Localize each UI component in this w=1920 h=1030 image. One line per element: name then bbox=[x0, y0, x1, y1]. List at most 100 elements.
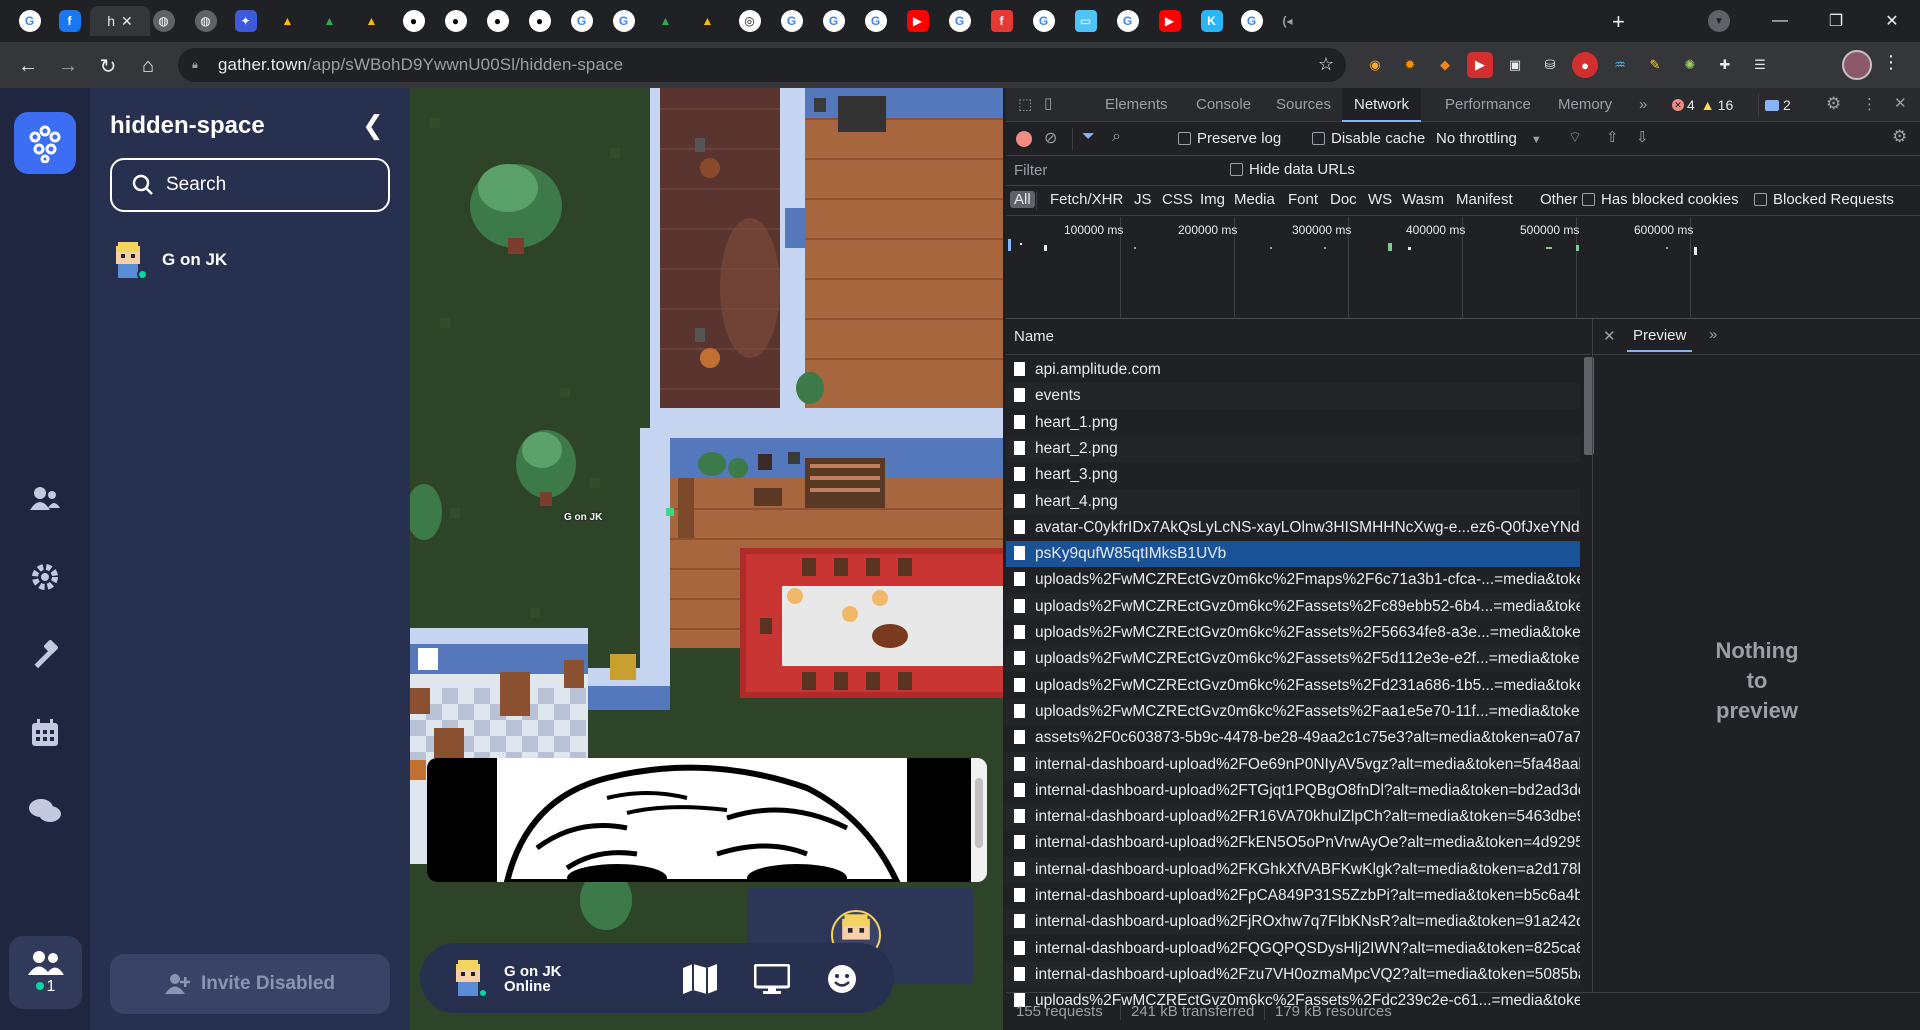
request-row[interactable]: internal-dashboard-upload%2FKGhkXfVABFKw… bbox=[1006, 856, 1580, 883]
map-icon[interactable] bbox=[682, 961, 718, 997]
bookmark-star-icon[interactable]: ☆ bbox=[1318, 54, 1334, 75]
member-list-item[interactable]: G on JK bbox=[110, 240, 227, 280]
request-row[interactable]: assets%2F0c603873-5b9c-4478-be28-49aa2c1… bbox=[1006, 725, 1580, 751]
chat-icon[interactable] bbox=[24, 790, 66, 832]
filter-icon[interactable]: ⏷ bbox=[1082, 128, 1095, 146]
request-row[interactable]: internal-dashboard-upload%2FjROxhw7q7FIb… bbox=[1006, 909, 1580, 936]
tab-network[interactable]: Network bbox=[1342, 88, 1422, 122]
request-row[interactable]: heart_3.png bbox=[1006, 462, 1580, 488]
request-row[interactable]: heart_4.png bbox=[1006, 488, 1580, 515]
request-row[interactable]: internal-dashboard-upload%2FR16VA70khulZ… bbox=[1006, 804, 1580, 831]
tab-memory[interactable]: Memory bbox=[1558, 88, 1612, 122]
network-settings-icon[interactable]: ⚙ bbox=[1892, 127, 1907, 147]
participants-button[interactable]: 1 bbox=[9, 936, 82, 1009]
sun-extension-icon[interactable]: ✹ bbox=[1397, 52, 1423, 78]
bug-extension-icon[interactable]: ✺ bbox=[1677, 52, 1703, 78]
import-har-icon[interactable]: ⇧ bbox=[1606, 128, 1619, 146]
tab-facebook[interactable]: f bbox=[44, 6, 95, 36]
disable-cache-checkbox[interactable]: Disable cache bbox=[1312, 130, 1425, 147]
type-font[interactable]: Font bbox=[1288, 191, 1318, 208]
people-settings-icon[interactable] bbox=[24, 478, 66, 520]
screen-share-icon[interactable] bbox=[754, 961, 790, 997]
request-row[interactable]: internal-dashboard-upload%2FOe69nP0NIyAV… bbox=[1006, 751, 1580, 778]
close-devtools-icon[interactable]: ✕ bbox=[1894, 94, 1907, 112]
request-row[interactable]: api.amplitude.com bbox=[1006, 357, 1580, 383]
collapse-sidebar-icon[interactable]: ❮ bbox=[362, 110, 384, 141]
type-wasm[interactable]: Wasm bbox=[1402, 191, 1444, 208]
request-row[interactable]: events bbox=[1006, 383, 1580, 410]
metamask-extension-icon[interactable]: ◆ bbox=[1432, 52, 1458, 78]
request-row[interactable]: internal-dashboard-upload%2FTGjqt1PQBgO8… bbox=[1006, 778, 1580, 804]
search-icon[interactable]: ⌕ bbox=[1112, 128, 1121, 146]
scrollbar-thumb[interactable] bbox=[975, 778, 983, 848]
minimize-icon[interactable]: — bbox=[1752, 0, 1808, 42]
tab-console[interactable]: Console bbox=[1196, 88, 1251, 122]
close-tab-icon[interactable]: ✕ bbox=[121, 13, 133, 30]
pen-extension-icon[interactable]: ✎ bbox=[1642, 52, 1668, 78]
request-row[interactable]: uploads%2FwMCZREctGvz0m6kc%2Fassets%2Faa… bbox=[1006, 698, 1580, 725]
media-queue-icon[interactable]: ☰ bbox=[1747, 52, 1773, 78]
gear-icon[interactable] bbox=[24, 556, 66, 598]
type-fetch-xhr[interactable]: Fetch/XHR bbox=[1050, 191, 1123, 208]
type-doc[interactable]: Doc bbox=[1330, 191, 1357, 208]
export-har-icon[interactable]: ⇩ bbox=[1636, 128, 1649, 146]
type-manifest[interactable]: Manifest bbox=[1456, 191, 1513, 208]
request-row[interactable]: uploads%2FwMCZREctGvz0m6kc%2Fassets%2Fc8… bbox=[1006, 593, 1580, 620]
error-badge[interactable]: ✕ 4 ▲ 16 bbox=[1672, 94, 1733, 116]
invite-button[interactable]: Invite Disabled bbox=[110, 954, 390, 1014]
throttling-select[interactable]: No throttling ▼ bbox=[1436, 130, 1542, 147]
more-tabs-icon[interactable]: » bbox=[1639, 88, 1647, 122]
settings-gear-icon[interactable]: ⚙ bbox=[1826, 94, 1841, 114]
request-row[interactable]: uploads%2FwMCZREctGvz0m6kc%2Fassets%2F56… bbox=[1006, 620, 1580, 646]
user-status[interactable]: G on JK Online bbox=[504, 963, 562, 994]
back-icon[interactable]: ← bbox=[14, 52, 42, 80]
reload-icon[interactable]: ↻ bbox=[94, 52, 122, 80]
profile-avatar[interactable] bbox=[1842, 50, 1872, 80]
request-row[interactable]: internal-dashboard-upload%2Fzu7VH0ozmaMp… bbox=[1006, 961, 1580, 988]
request-row[interactable]: heart_1.png bbox=[1006, 410, 1580, 436]
devtools-menu-icon[interactable]: ⋮ bbox=[1862, 95, 1877, 113]
adblock-extension-icon[interactable]: ● bbox=[1572, 52, 1598, 78]
has-blocked-cookies-checkbox[interactable]: Has blocked cookies bbox=[1582, 191, 1739, 208]
media-extension-icon[interactable]: ▶ bbox=[1467, 52, 1493, 78]
home-icon[interactable]: ⌂ bbox=[134, 52, 162, 80]
type-ws[interactable]: WS bbox=[1368, 191, 1392, 208]
browser-menu-icon[interactable]: ⋮ bbox=[1882, 52, 1900, 73]
request-row[interactable]: psKy9qufW85qtIMksB1UVb bbox=[1006, 541, 1580, 568]
request-row[interactable]: uploads%2FwMCZREctGvz0m6kc%2Fassets%2F5d… bbox=[1006, 646, 1580, 673]
type-other[interactable]: Other bbox=[1540, 191, 1578, 208]
request-row[interactable]: internal-dashboard-upload%2FkEN5O5oPnVrw… bbox=[1006, 830, 1580, 856]
screenshot-extension-icon[interactable]: ▣ bbox=[1502, 52, 1528, 78]
type-js[interactable]: JS bbox=[1134, 191, 1152, 208]
type-media[interactable]: Media bbox=[1234, 191, 1275, 208]
tab-sources[interactable]: Sources bbox=[1276, 88, 1331, 122]
request-row[interactable]: uploads%2FwMCZREctGvz0m6kc%2Fassets%2Fd2… bbox=[1006, 673, 1580, 699]
puzzle-extensions-icon[interactable]: ✚ bbox=[1712, 52, 1738, 78]
request-row[interactable]: heart_2.png bbox=[1006, 435, 1580, 462]
calendar-icon[interactable] bbox=[24, 712, 66, 754]
maximize-icon[interactable]: ❐ bbox=[1808, 0, 1864, 42]
close-window-icon[interactable]: ✕ bbox=[1864, 0, 1920, 42]
record-icon[interactable] bbox=[1016, 131, 1032, 147]
video-scrollbar[interactable] bbox=[971, 758, 987, 882]
emoji-icon[interactable] bbox=[824, 961, 860, 997]
address-bar[interactable]: 🔒︎ gather.town/app/sWBohD9YwwnU00Sl/hidd… bbox=[178, 48, 1346, 82]
request-row[interactable]: avatar-C0ykfrIDx7AkQsLyLcNS-xayLOlnw3HIS… bbox=[1006, 515, 1580, 541]
inspect-element-icon[interactable]: ⬚ bbox=[1018, 95, 1032, 113]
device-toolbar-icon[interactable]: ▯ bbox=[1044, 94, 1052, 112]
type-all[interactable]: All bbox=[1010, 191, 1035, 208]
clear-icon[interactable]: ⊘ bbox=[1044, 128, 1057, 148]
type-img[interactable]: Img bbox=[1200, 191, 1225, 208]
hammer-build-icon[interactable] bbox=[24, 634, 66, 676]
gather-logo-icon[interactable] bbox=[14, 112, 76, 174]
save-extension-icon[interactable]: ⛁ bbox=[1537, 52, 1563, 78]
screen-share-video[interactable] bbox=[427, 758, 987, 882]
name-column-header[interactable]: Name bbox=[1014, 328, 1054, 345]
filter-input[interactable]: Filter bbox=[1008, 158, 1216, 184]
avatar[interactable] bbox=[450, 958, 488, 998]
cookie-extension-icon[interactable]: ◉ bbox=[1362, 52, 1388, 78]
close-details-icon[interactable]: ✕ bbox=[1603, 327, 1616, 345]
forward-icon[interactable]: → bbox=[54, 52, 82, 80]
tab-preview[interactable]: Preview bbox=[1627, 327, 1693, 352]
network-timeline-overview[interactable]: 100000 ms 200000 ms 300000 ms 400000 ms … bbox=[1006, 217, 1920, 319]
